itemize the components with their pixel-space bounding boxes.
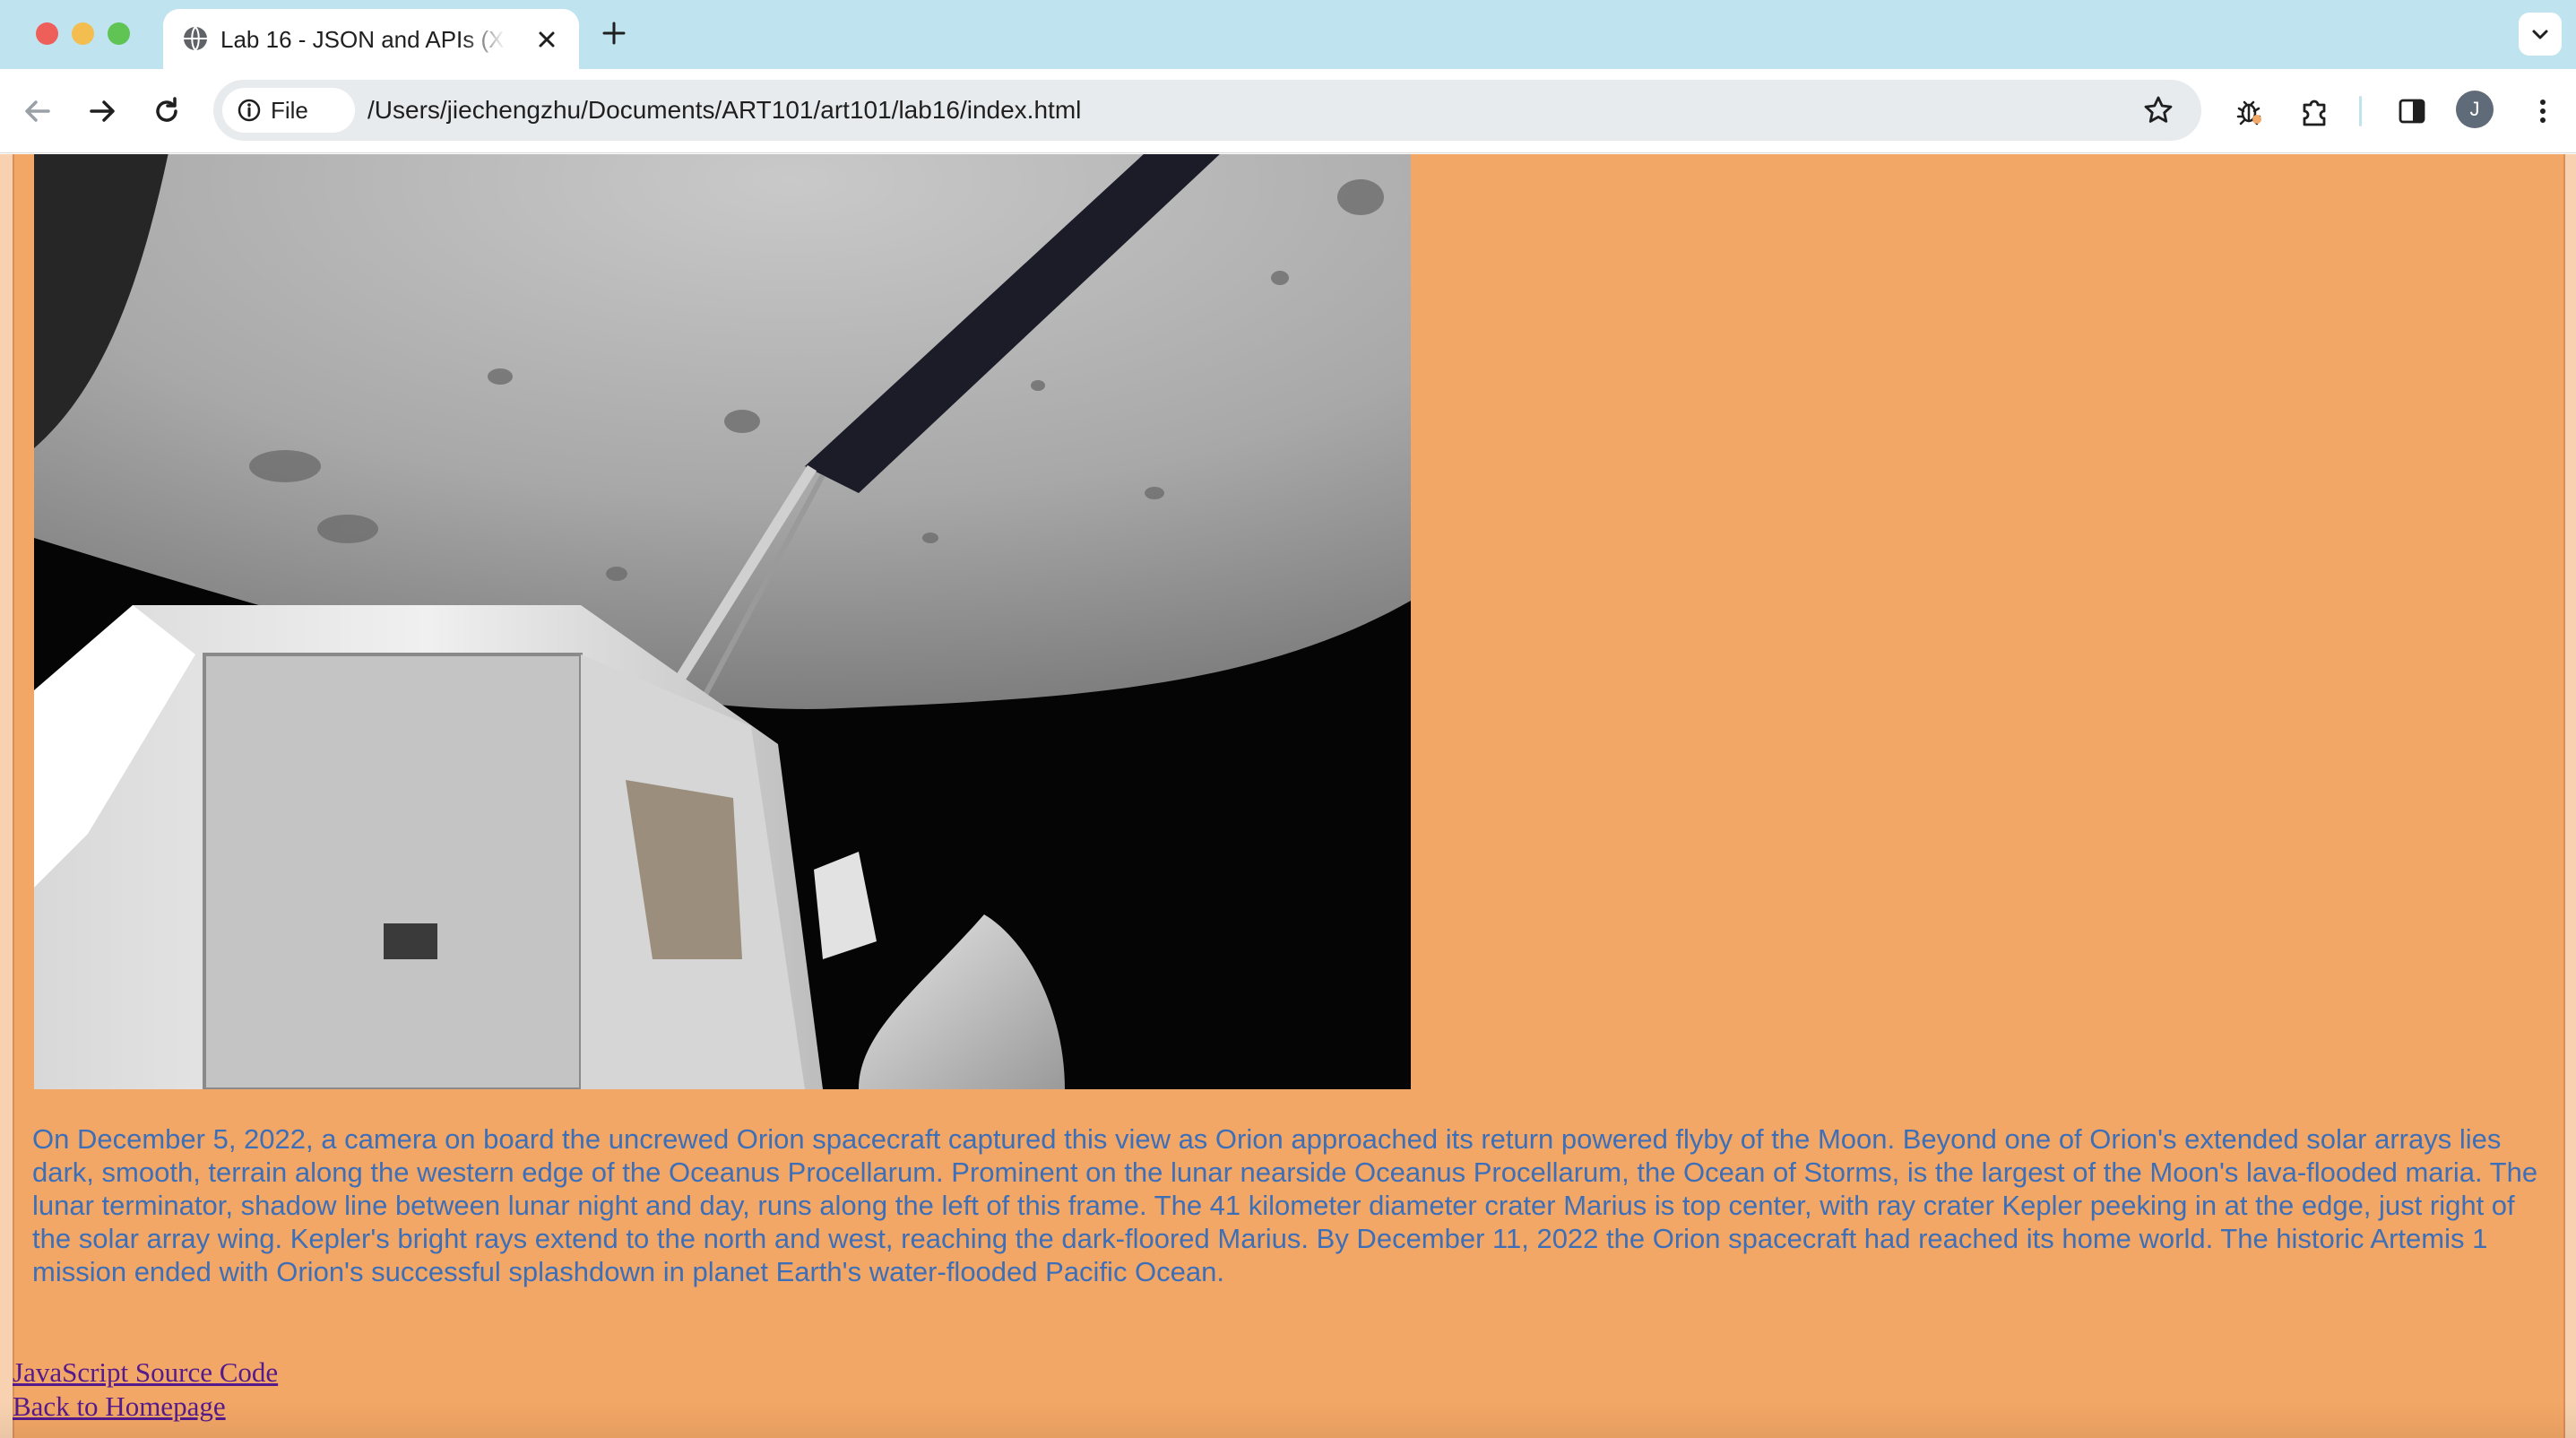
url-text[interactable]: /Users/jiechengzhu/Documents/ART101/art1… — [367, 80, 1081, 141]
tab-strip: Lab 16 - JSON and APIs (XKCD — [0, 0, 2576, 69]
bug-icon[interactable] — [2230, 92, 2268, 130]
close-icon[interactable] — [534, 27, 559, 52]
profile-avatar[interactable]: J — [2456, 91, 2494, 128]
apod-card: On December 5, 2022, a camera on board t… — [13, 154, 2565, 1438]
back-to-homepage-link[interactable]: Back to Homepage — [13, 1390, 278, 1424]
javascript-source-link[interactable]: JavaScript Source Code — [13, 1356, 278, 1390]
page-viewport[interactable]: On December 5, 2022, a camera on board t… — [0, 154, 2576, 1438]
apod-explanation: On December 5, 2022, a camera on board t… — [32, 1123, 2538, 1287]
minimize-window-button[interactable] — [72, 22, 94, 45]
back-arrow-icon[interactable] — [20, 93, 56, 129]
apod-image — [34, 154, 1411, 1089]
site-info-chip[interactable]: File — [222, 88, 355, 133]
star-icon[interactable] — [2142, 94, 2174, 126]
kebab-menu-icon[interactable] — [2524, 92, 2562, 130]
reload-icon[interactable] — [149, 93, 185, 129]
address-bar[interactable]: File /Users/jiechengzhu/Documents/ART101… — [213, 80, 2201, 141]
tab-search-button[interactable] — [2519, 13, 2562, 56]
active-tab[interactable]: Lab 16 - JSON and APIs (XKCD — [163, 9, 579, 69]
plus-icon[interactable] — [599, 18, 629, 48]
toolbar-divider — [2359, 96, 2362, 126]
browser-toolbar: File /Users/jiechengzhu/Documents/ART101… — [0, 69, 2576, 153]
footer-links: JavaScript Source Code Back to Homepage — [13, 1356, 278, 1424]
maximize-window-button[interactable] — [108, 22, 130, 45]
side-panel-icon[interactable] — [2393, 92, 2431, 130]
chevron-down-icon — [2532, 30, 2548, 39]
forward-arrow-icon[interactable] — [84, 93, 120, 129]
puzzle-icon[interactable] — [2296, 92, 2334, 130]
chip-label: File — [271, 97, 308, 124]
tab-title: Lab 16 - JSON and APIs (XKCD — [220, 26, 506, 53]
globe-icon — [184, 26, 207, 51]
info-icon — [238, 99, 261, 122]
close-window-button[interactable] — [36, 22, 58, 45]
